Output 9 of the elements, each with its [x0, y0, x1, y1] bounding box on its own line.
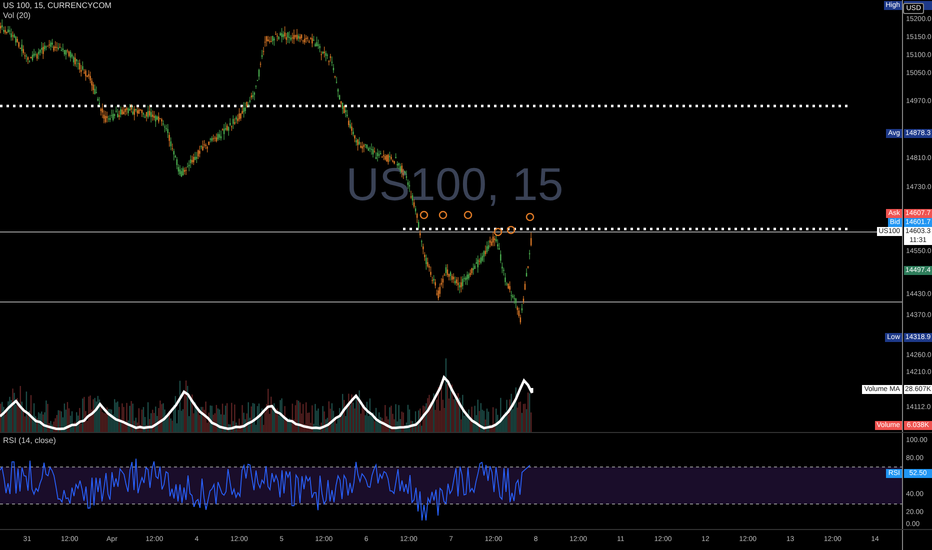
- marker-circle: [420, 210, 428, 220]
- study-legend: Vol (20): [3, 11, 112, 21]
- marker-circle: [464, 210, 472, 220]
- rsi-legend: RSI (14, close): [3, 436, 56, 446]
- marker-circle: [494, 228, 502, 236]
- symbol-legend: US 100, 15, CURRENCYCOM: [3, 1, 112, 11]
- marker-circle: [506, 226, 516, 234]
- marker-circle: [526, 212, 534, 222]
- marker-circle: [438, 210, 448, 220]
